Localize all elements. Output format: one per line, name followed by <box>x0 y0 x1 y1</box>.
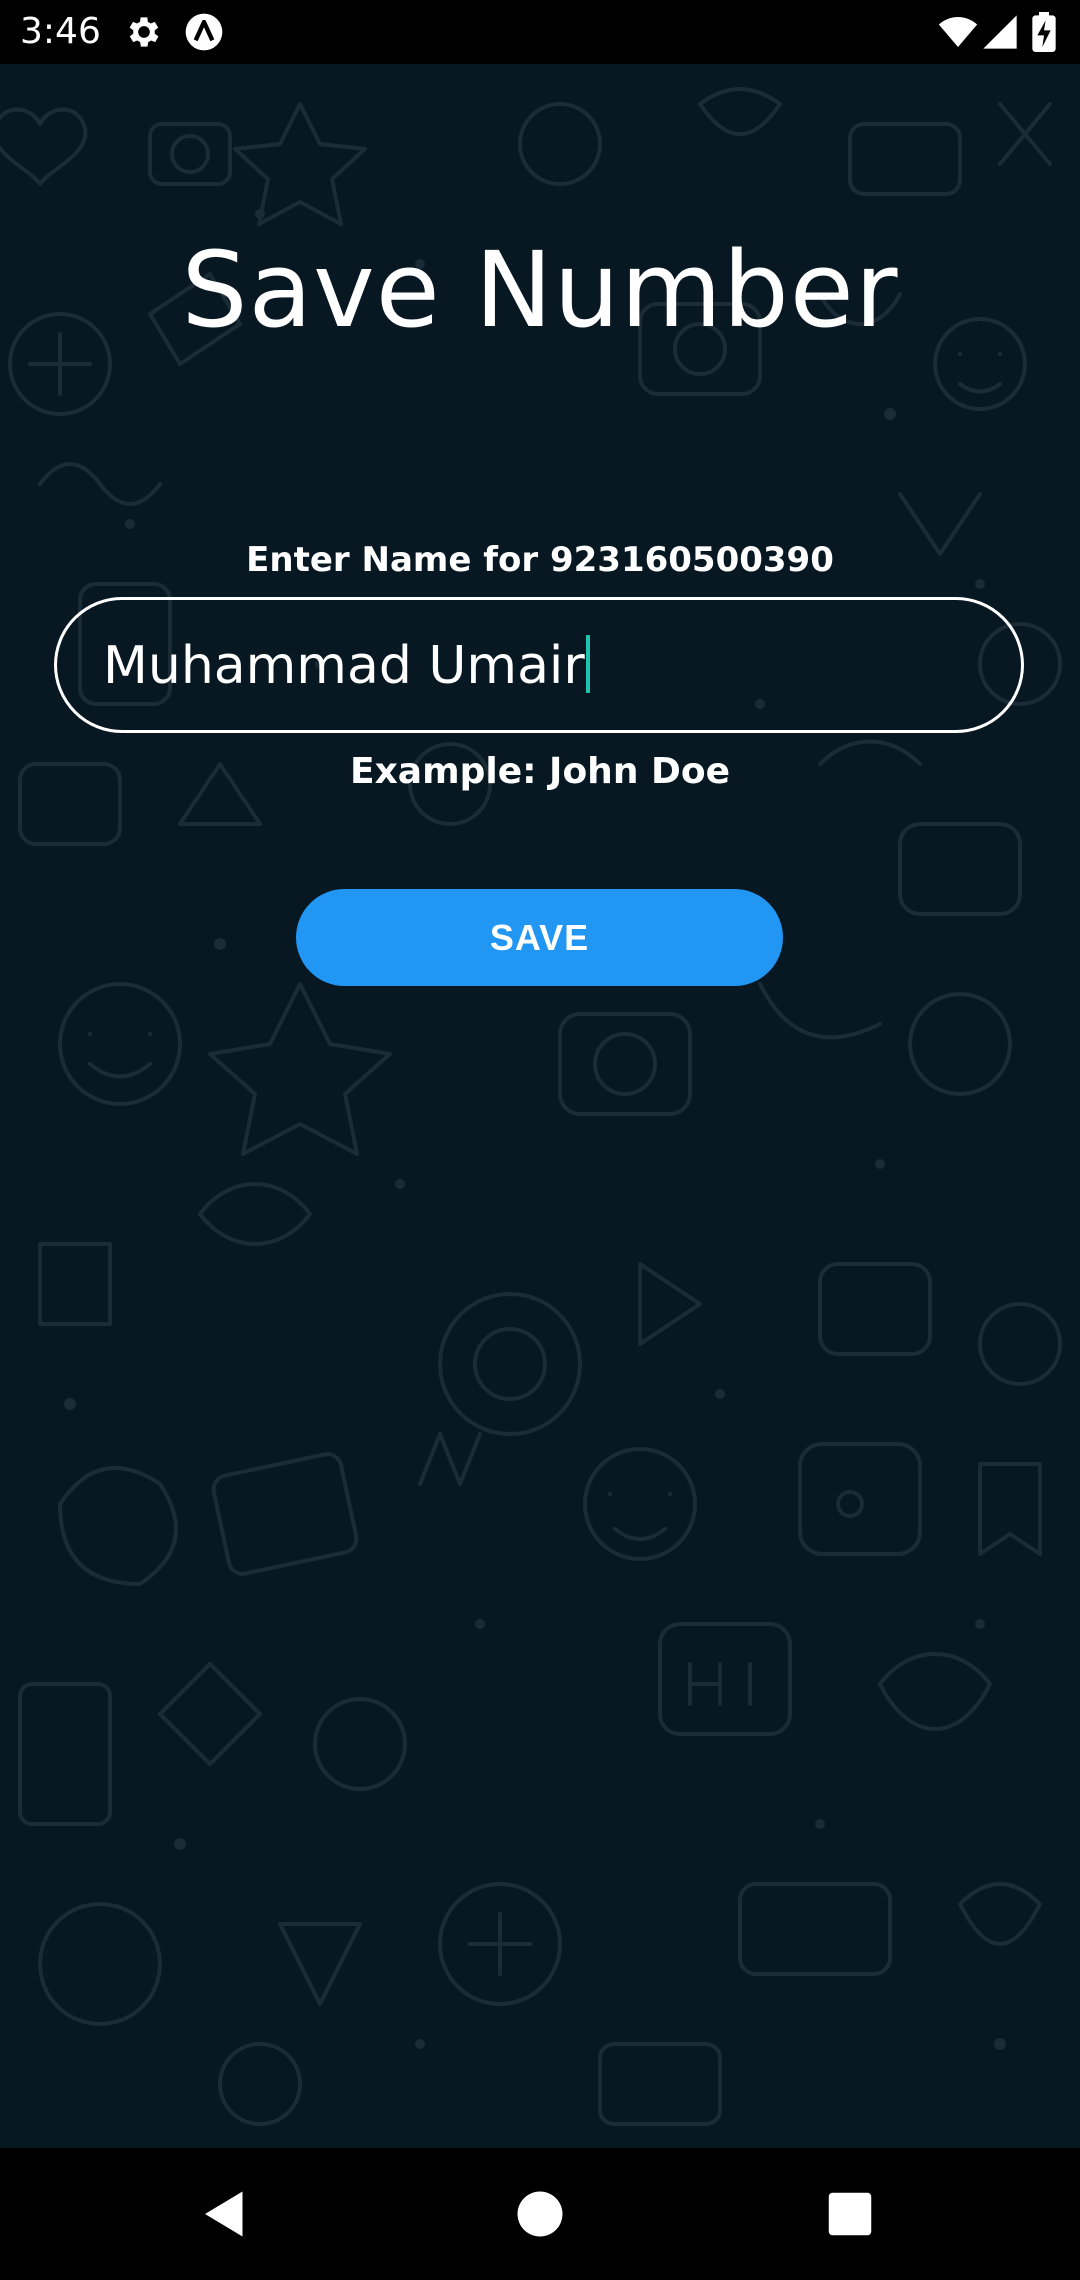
save-button[interactable]: SAVE <box>296 889 783 986</box>
back-icon[interactable] <box>195 2184 255 2244</box>
name-input-hint: Example: John Doe <box>349 751 731 792</box>
page-title: Save Number <box>181 229 899 351</box>
doodle-pattern <box>0 87 1062 2126</box>
text-caret <box>585 635 590 693</box>
wifi-icon <box>938 12 978 52</box>
signal-icon <box>980 12 1020 52</box>
name-input[interactable]: Muhammad Umair <box>54 597 1024 733</box>
app-background: Save Number Enter Name for 923160500390 … <box>0 64 1080 2148</box>
home-icon[interactable] <box>510 2184 570 2244</box>
status-bar: 3:46 <box>0 0 1080 64</box>
name-input-value[interactable]: Muhammad Umair <box>103 634 590 698</box>
status-time: 3:46 <box>20 11 101 52</box>
gear-icon <box>124 12 164 52</box>
app-a-icon <box>184 12 224 52</box>
screen: 3:46 Save Number Enter Name for 92316050… <box>0 0 1080 2280</box>
navigation-bar <box>0 2148 1080 2280</box>
name-field-label: Enter Name for 923160500390 <box>246 540 834 580</box>
recents-icon[interactable] <box>820 2184 880 2244</box>
battery-charging-icon <box>1030 12 1058 53</box>
